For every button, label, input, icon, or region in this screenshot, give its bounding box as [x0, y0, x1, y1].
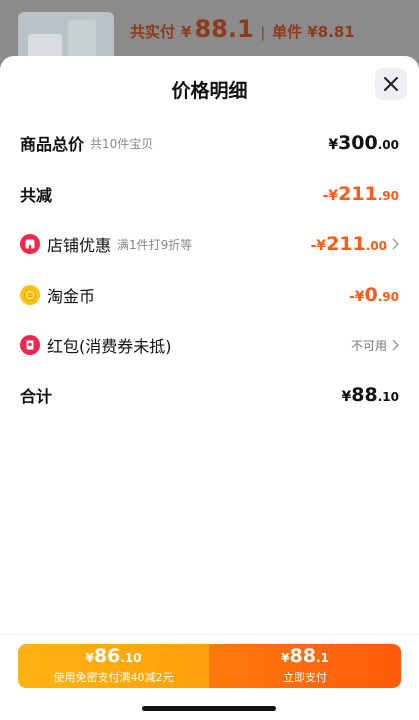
taojinbi-row: 淘金币 -¥ 0.90 [20, 280, 399, 310]
sheet-title: 价格明细 [171, 80, 248, 102]
store-icon [20, 234, 40, 254]
close-button[interactable] [375, 68, 407, 100]
store-discount-row[interactable]: 店铺优惠 满1件打9折等 -¥211.00 [20, 229, 399, 259]
password-free-pay-desc: 使用免密支付满40减2元 [53, 671, 174, 684]
home-indicator[interactable] [142, 706, 276, 711]
separator: | [260, 26, 266, 41]
password-free-pay-amount: ¥86.10 [85, 645, 142, 667]
close-icon [384, 77, 398, 91]
sum-amount: ¥88.10 [341, 384, 399, 406]
background-price-summary: 共实付 ¥ 88.1 | 单件 ¥8.81 [130, 15, 355, 43]
total-paid-label: 共实付 [130, 23, 176, 41]
store-discount-amount: -¥211.00 [310, 233, 388, 255]
total-paid-price: 88.1 [194, 15, 254, 43]
goods-count: 共10件宝贝 [90, 136, 154, 151]
coin-icon [20, 285, 40, 305]
chevron-right-icon [392, 234, 399, 254]
unit-price: 单件 ¥8.81 [272, 23, 355, 41]
goods-total-label: 商品总价 [20, 135, 85, 154]
sum-label: 合计 [20, 387, 53, 406]
red-packet-label: 红包(消费券未抵) [47, 337, 172, 356]
chevron-right-icon [392, 335, 399, 355]
taojinbi-label: 淘金币 [47, 287, 96, 306]
sum-row: 合计 ¥88.10 [20, 380, 399, 410]
goods-total-row: 商品总价 共10件宝贝 ¥300.00 [20, 128, 399, 158]
total-reduction-row: 共减 -¥ 211.90 [20, 179, 399, 209]
store-discount-label: 店铺优惠 [47, 236, 112, 255]
store-discount-desc: 满1件打9折等 [117, 237, 193, 252]
red-packet-status: 不可用 [350, 338, 387, 353]
bottom-pay-bar: ¥86.10 使用免密支付满40减2元 ¥88.1 立即支付 [0, 634, 419, 720]
taojinbi-amount: -¥ 0.90 [348, 284, 399, 306]
price-detail-sheet: 价格明细 商品总价 共10件宝贝 ¥300.00 共减 -¥ 211.90 店铺… [0, 56, 419, 720]
currency-symbol: ¥ [181, 23, 192, 41]
red-packet-row[interactable]: 红包(消费券未抵) 不可用 [20, 330, 399, 360]
pay-now-amount: ¥88.1 [281, 645, 329, 667]
pay-now-label: 立即支付 [283, 671, 327, 684]
total-reduction-amount: -¥ 211.90 [322, 183, 400, 205]
password-free-pay-button[interactable]: ¥86.10 使用免密支付满40减2元 [18, 644, 209, 688]
pay-buttons: ¥86.10 使用免密支付满40减2元 ¥88.1 立即支付 [18, 644, 401, 688]
goods-total-amount: ¥300.00 [328, 132, 399, 154]
total-reduction-label: 共减 [20, 186, 53, 205]
pay-now-button[interactable]: ¥88.1 立即支付 [209, 644, 401, 688]
red-packet-icon [20, 335, 40, 355]
